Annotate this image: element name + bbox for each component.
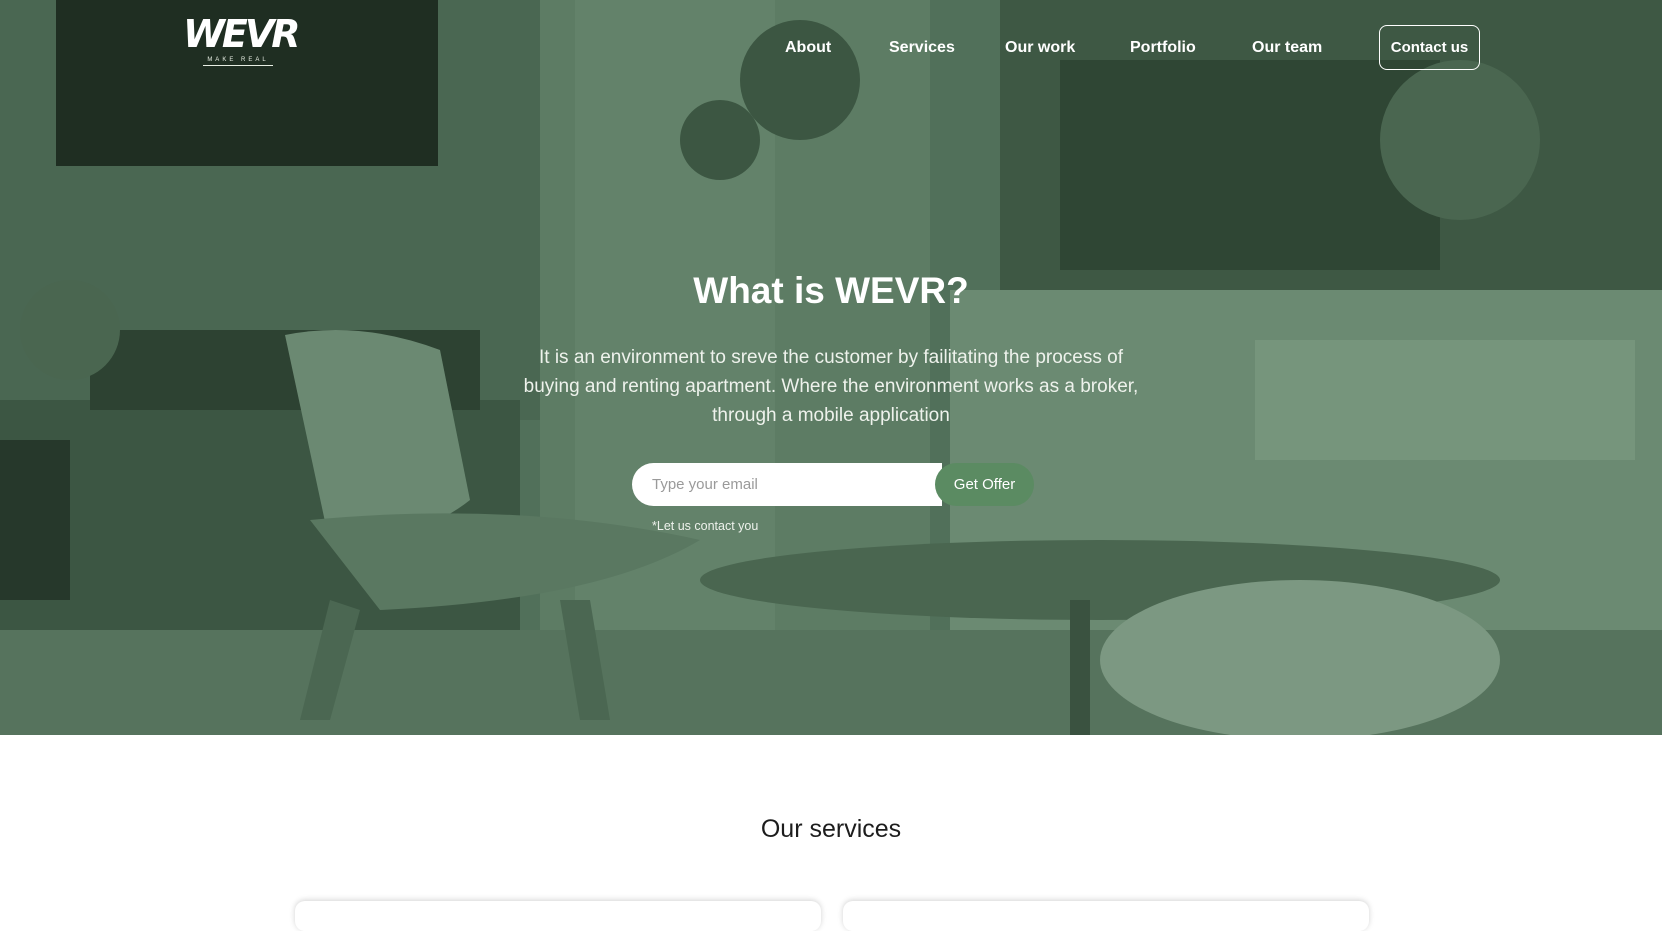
nav-item-our-team[interactable]: Our team — [1252, 39, 1322, 57]
signup-note: *Let us contact you — [652, 519, 759, 533]
hero-section: WEVR MAKE REAL About Services Our work P… — [0, 0, 1662, 735]
service-card — [295, 901, 821, 931]
nav-item-our-work[interactable]: Our work — [1005, 39, 1075, 57]
nav-item-portfolio[interactable]: Portfolio — [1130, 39, 1196, 57]
hero-title: What is WEVR? — [693, 270, 969, 311]
services-section-title: Our services — [760, 815, 902, 843]
get-offer-button[interactable]: Get Offer — [935, 463, 1034, 506]
main-navigation: About Services Our work Portfolio Our te… — [0, 25, 1662, 71]
email-signup-form: Get Offer — [632, 463, 1034, 506]
hero-description: It is an environment to sreve the custom… — [523, 347, 1139, 426]
service-card — [843, 901, 1369, 931]
email-input[interactable] — [632, 463, 942, 506]
nav-item-services[interactable]: Services — [889, 39, 955, 57]
contact-us-button[interactable]: Contact us — [1379, 25, 1480, 70]
nav-item-about[interactable]: About — [785, 39, 831, 57]
